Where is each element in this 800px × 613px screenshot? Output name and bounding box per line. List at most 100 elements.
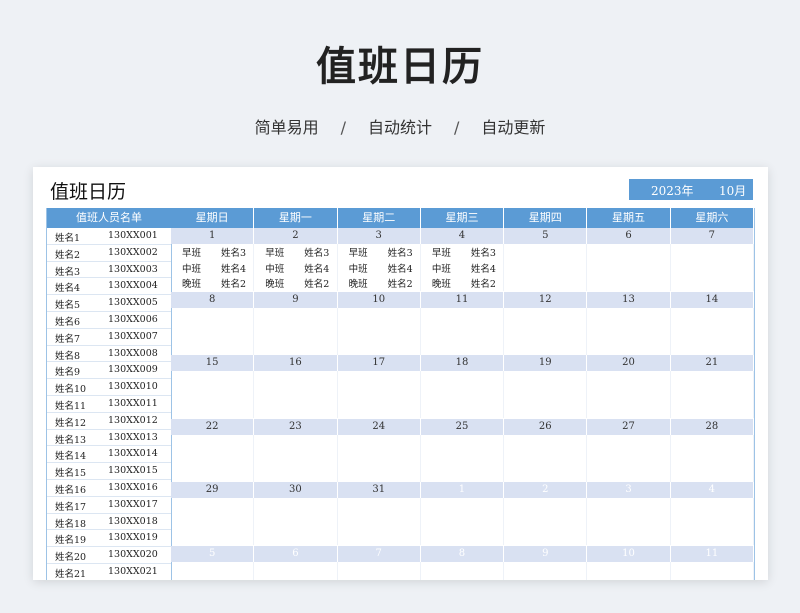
day-cell[interactable] xyxy=(504,561,588,580)
day-cell[interactable] xyxy=(171,498,255,545)
day-cell[interactable] xyxy=(254,371,338,418)
day-cell[interactable] xyxy=(587,498,671,545)
staff-name: 姓名19 xyxy=(55,535,87,547)
day-cell[interactable] xyxy=(338,498,421,545)
staff-name: 姓名11 xyxy=(55,400,87,412)
staff-row[interactable]: 姓名20 130XX020 xyxy=(47,547,171,564)
staff-phone: 130XX016 xyxy=(108,481,158,493)
feature-1: 简单易用 xyxy=(254,118,319,137)
shift-row: 晚班 姓名2 xyxy=(171,275,253,291)
day-cell[interactable] xyxy=(587,371,671,418)
staff-row[interactable]: 姓名16 130XX016 xyxy=(47,480,171,497)
day-cell[interactable] xyxy=(504,371,588,418)
staff-row[interactable]: 姓名8 130XX008 xyxy=(47,346,171,363)
day-cell[interactable] xyxy=(421,307,505,355)
day-cell[interactable] xyxy=(421,371,505,418)
weekday-5: 星期五 xyxy=(587,208,671,228)
day-cell[interactable]: 早班 姓名3 中班 姓名4 晚班 姓名2 xyxy=(171,244,255,291)
calendar-week: 22 23 24 25 26 27 28 xyxy=(171,418,754,483)
day-cell[interactable] xyxy=(421,498,505,545)
staff-row[interactable]: 姓名13 130XX013 xyxy=(47,430,171,447)
weekday-1: 星期一 xyxy=(254,208,338,228)
day-number: 17 xyxy=(337,355,421,371)
staff-name: 姓名18 xyxy=(55,518,87,530)
day-cell[interactable] xyxy=(504,307,588,355)
day-cell[interactable]: 早班 姓名3 中班 姓名4 晚班 姓名2 xyxy=(421,244,505,291)
day-cell[interactable] xyxy=(338,307,421,355)
staff-row[interactable]: 姓名14 130XX014 xyxy=(47,446,171,464)
day-number: 1 xyxy=(171,228,255,244)
staff-name: 姓名17 xyxy=(55,501,87,513)
day-cell[interactable] xyxy=(338,561,421,580)
staff-name: 姓名5 xyxy=(55,300,81,312)
day-cell[interactable] xyxy=(338,371,421,418)
day-cell[interactable] xyxy=(171,371,255,418)
staff-row[interactable]: 姓名15 130XX015 xyxy=(47,463,171,480)
day-cell[interactable] xyxy=(171,307,255,355)
day-cell[interactable] xyxy=(254,307,338,355)
day-number: 6 xyxy=(254,545,338,562)
staff-row[interactable]: 姓名17 130XX017 xyxy=(47,497,171,514)
staff-row[interactable]: 姓名18 130XX018 xyxy=(47,514,171,531)
day-cell[interactable]: 早班 姓名3 中班 姓名4 晚班 姓名2 xyxy=(254,244,338,291)
staff-row[interactable]: 姓名10 130XX010 xyxy=(47,379,171,396)
staff-phone: 130XX013 xyxy=(108,431,158,443)
staff-phone: 130XX021 xyxy=(108,565,158,577)
year-value[interactable]: 2023年 xyxy=(651,182,694,199)
day-cell[interactable] xyxy=(671,244,754,291)
day-cell[interactable] xyxy=(671,561,754,580)
day-cell[interactable] xyxy=(254,498,338,545)
staff-row[interactable]: 姓名9 130XX009 xyxy=(47,362,171,380)
day-cell[interactable] xyxy=(504,434,588,482)
day-cell[interactable] xyxy=(504,498,588,545)
day-cell[interactable] xyxy=(587,434,671,482)
day-cell[interactable] xyxy=(504,244,588,291)
day-cell[interactable] xyxy=(671,307,754,355)
staff-name: 姓名10 xyxy=(55,384,87,396)
staff-name: 姓名6 xyxy=(55,316,81,328)
staff-row[interactable]: 姓名21 130XX021 xyxy=(47,564,171,580)
staff-phone: 130XX004 xyxy=(108,280,158,292)
staff-row[interactable]: 姓名2 130XX002 xyxy=(47,245,171,262)
day-cell[interactable] xyxy=(587,244,671,291)
day-cell[interactable] xyxy=(671,371,754,418)
staff-row[interactable]: 姓名19 130XX019 xyxy=(47,530,171,548)
staff-row[interactable]: 姓名1 130XX001 xyxy=(47,228,171,245)
day-cell[interactable] xyxy=(671,498,754,545)
staff-row[interactable]: 姓名12 130XX012 xyxy=(47,413,171,430)
day-cell[interactable] xyxy=(421,434,505,482)
feature-3: 自动更新 xyxy=(481,118,546,137)
day-cell[interactable] xyxy=(421,561,505,580)
day-number: 10 xyxy=(587,545,671,562)
staff-name: 姓名15 xyxy=(55,468,87,480)
weekday-6: 星期六 xyxy=(670,208,754,228)
day-cell[interactable] xyxy=(254,434,338,482)
day-number: 11 xyxy=(420,291,505,308)
day-cell[interactable] xyxy=(254,561,338,580)
day-number: 25 xyxy=(420,418,505,435)
month-value[interactable]: 10月 xyxy=(719,182,746,199)
day-cell[interactable] xyxy=(171,561,255,580)
month-selector[interactable]: 2023年 10月 xyxy=(629,179,753,200)
shift-row: 中班 姓名4 xyxy=(171,260,253,276)
day-cell[interactable] xyxy=(338,434,421,482)
day-number: 26 xyxy=(504,418,588,435)
day-cell[interactable] xyxy=(587,561,671,580)
staff-row[interactable]: 姓名3 130XX003 xyxy=(47,262,171,279)
day-number: 11 xyxy=(670,545,754,562)
shift-label: 晚班 xyxy=(431,279,451,290)
shift-person: 姓名3 xyxy=(221,248,247,259)
staff-name: 姓名13 xyxy=(55,434,87,446)
page-title: 值班日历 xyxy=(316,44,484,90)
staff-row[interactable]: 姓名7 130XX007 xyxy=(47,329,171,346)
day-number: 7 xyxy=(670,228,754,244)
staff-row[interactable]: 姓名6 130XX006 xyxy=(47,312,171,329)
day-cell[interactable] xyxy=(587,307,671,355)
staff-row[interactable]: 姓名4 130XX004 xyxy=(47,278,171,296)
day-cell[interactable] xyxy=(671,434,754,482)
day-cell[interactable]: 早班 姓名3 中班 姓名4 晚班 姓名2 xyxy=(338,244,421,291)
staff-row[interactable]: 姓名5 130XX005 xyxy=(47,295,171,312)
staff-row[interactable]: 姓名11 130XX011 xyxy=(47,396,171,413)
shift-row: 中班 姓名4 xyxy=(421,260,503,276)
day-cell[interactable] xyxy=(171,434,255,482)
